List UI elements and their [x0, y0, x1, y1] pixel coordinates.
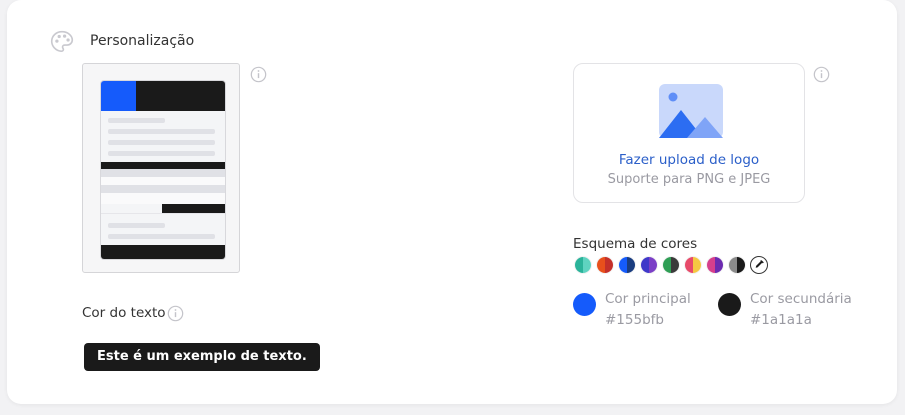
- secondary-color-dot[interactable]: [718, 293, 741, 316]
- layout-preview: [82, 63, 240, 273]
- preview-accent-block: [101, 81, 136, 111]
- logo-upload-dropzone[interactable]: Fazer upload de logo Suporte para PNG e …: [573, 63, 805, 203]
- primary-color-dot[interactable]: [573, 293, 596, 316]
- preview-line: [108, 129, 215, 134]
- section-title: Personalização: [90, 33, 195, 49]
- text-color-label: Cor do texto: [82, 305, 166, 321]
- preview-line: [108, 234, 215, 239]
- preview-table-row: [101, 169, 225, 177]
- preview-footer-bar: [101, 245, 225, 259]
- preview-table-row: [101, 185, 225, 193]
- color-scheme-label: Esquema de cores: [573, 236, 698, 252]
- color-scheme-swatch[interactable]: [575, 257, 591, 273]
- secondary-color-hex: #1a1a1a: [750, 312, 812, 328]
- preview-line: [108, 118, 165, 123]
- info-icon[interactable]: [813, 66, 830, 83]
- color-scheme-swatch[interactable]: [619, 257, 635, 273]
- preview-table-header: [101, 162, 225, 169]
- color-scheme-swatch[interactable]: [597, 257, 613, 273]
- upload-logo-link[interactable]: Fazer upload de logo: [574, 152, 804, 168]
- color-picker-button[interactable]: [750, 256, 768, 274]
- eyedropper-icon: [755, 260, 764, 268]
- preview-line: [101, 213, 225, 214]
- color-scheme-swatch[interactable]: [685, 257, 701, 273]
- color-scheme-swatch[interactable]: [641, 257, 657, 273]
- preview-mockup: [100, 80, 226, 260]
- preview-total-bar: [162, 204, 225, 213]
- palette-icon: [50, 30, 74, 53]
- info-icon[interactable]: [250, 66, 267, 83]
- upload-hint: Suporte para PNG e JPEG: [607, 172, 771, 187]
- color-scheme-swatch[interactable]: [663, 257, 679, 273]
- color-scheme-swatch[interactable]: [707, 257, 723, 273]
- preview-line: [108, 223, 165, 228]
- image-icon: [659, 84, 723, 138]
- text-sample: Este é um exemplo de texto.: [84, 343, 320, 371]
- primary-color-label: Cor principal: [605, 291, 691, 307]
- info-icon[interactable]: [167, 305, 184, 322]
- color-scheme-swatch[interactable]: [729, 257, 745, 273]
- secondary-color-label: Cor secundária: [750, 291, 852, 307]
- preview-table-row: [101, 193, 225, 204]
- preview-line: [108, 151, 215, 156]
- preview-line: [108, 140, 215, 145]
- preview-table-row: [101, 177, 225, 185]
- preview-header-bar: [136, 81, 225, 111]
- primary-color-hex: #155bfb: [605, 312, 664, 328]
